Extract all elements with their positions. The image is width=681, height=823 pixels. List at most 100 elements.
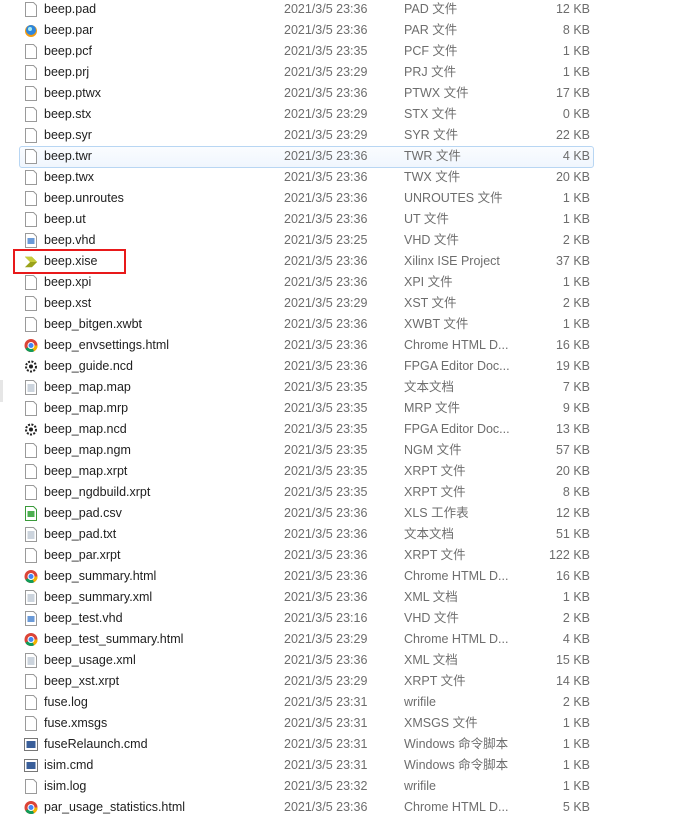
file-type: FPGA Editor Doc...: [404, 422, 510, 436]
cmd-icon: [24, 737, 38, 752]
file-type: Windows 命令脚本: [404, 737, 509, 751]
file-date: 2021/3/5 23:36: [284, 359, 368, 373]
file-row[interactable]: beep_map.map 2021/3/5 23:35 文本文档 7 KB: [0, 377, 681, 398]
file-row[interactable]: isim.log 2021/3/5 23:32 wrifile 1 KB: [0, 776, 681, 797]
file-row[interactable]: beep_map.ncd 2021/3/5 23:35 FPGA Editor …: [0, 419, 681, 440]
file-name: beep.pad: [44, 2, 97, 16]
file-row[interactable]: beep.par 2021/3/5 23:36 PAR 文件 8 KB: [0, 20, 681, 41]
file-size: 16 KB: [555, 338, 590, 352]
file-type: wrifile: [404, 779, 436, 793]
file-date: 2021/3/5 23:36: [284, 170, 368, 184]
file-row[interactable]: isim.cmd 2021/3/5 23:31 Windows 命令脚本 1 K…: [0, 755, 681, 776]
file-row[interactable]: beep_pad.txt 2021/3/5 23:36 文本文档 51 KB: [0, 524, 681, 545]
file-row[interactable]: beep_summary.html 2021/3/5 23:36 Chrome …: [0, 566, 681, 587]
file-date: 2021/3/5 23:36: [284, 548, 368, 562]
file-type: Chrome HTML D...: [404, 632, 509, 646]
file-date: 2021/3/5 23:36: [284, 506, 368, 520]
file-row[interactable]: beep.pad 2021/3/5 23:36 PAD 文件 12 KB: [0, 0, 681, 20]
file-row[interactable]: beep.stx 2021/3/5 23:29 STX 文件 0 KB: [0, 104, 681, 125]
file-date: 2021/3/5 23:36: [284, 317, 368, 331]
file-row[interactable]: beep.vhd 2021/3/5 23:25 VHD 文件 2 KB: [0, 230, 681, 251]
file-name: beep_map.mrp: [44, 401, 129, 415]
file-type: 文本文档: [404, 380, 455, 394]
file-row[interactable]: beep.pcf 2021/3/5 23:35 PCF 文件 1 KB: [0, 41, 681, 62]
file-row[interactable]: beep.syr 2021/3/5 23:29 SYR 文件 22 KB: [0, 125, 681, 146]
file-type: XML 文档: [404, 653, 458, 667]
file-row[interactable]: beep.prj 2021/3/5 23:29 PRJ 文件 1 KB: [0, 62, 681, 83]
file-row[interactable]: beep_map.xrpt 2021/3/5 23:35 XRPT 文件 20 …: [0, 461, 681, 482]
file-row[interactable]: beep.xst 2021/3/5 23:29 XST 文件 2 KB: [0, 293, 681, 314]
file-type: UT 文件: [404, 212, 449, 226]
file-date: 2021/3/5 23:32: [284, 779, 368, 793]
file-type: XLS 工作表: [404, 506, 469, 520]
file-size: 2 KB: [562, 695, 590, 709]
file-date: 2021/3/5 23:29: [284, 674, 368, 688]
file-row[interactable]: beep.twr 2021/3/5 23:36 TWR 文件 4 KB: [0, 146, 681, 167]
file-type: Chrome HTML D...: [404, 800, 509, 814]
file-size: 12 KB: [555, 506, 590, 520]
file-icon: [24, 779, 38, 794]
file-row[interactable]: fuse.xmsgs 2021/3/5 23:31 XMSGS 文件 1 KB: [0, 713, 681, 734]
file-size: 2 KB: [562, 233, 590, 247]
file-type: XRPT 文件: [404, 674, 466, 688]
file-row[interactable]: beep_map.ngm 2021/3/5 23:35 NGM 文件 57 KB: [0, 440, 681, 461]
file-icon: [24, 107, 38, 122]
file-size: 1 KB: [562, 212, 590, 226]
file-row[interactable]: beep.ptwx 2021/3/5 23:36 PTWX 文件 17 KB: [0, 83, 681, 104]
file-row[interactable]: beep_envsettings.html 2021/3/5 23:36 Chr…: [0, 335, 681, 356]
file-name: beep_map.map: [44, 380, 131, 394]
file-name: beep.prj: [44, 65, 90, 79]
text-icon: [24, 527, 38, 542]
file-row[interactable]: beep_summary.xml 2021/3/5 23:36 XML 文档 1…: [0, 587, 681, 608]
file-date: 2021/3/5 23:29: [284, 128, 368, 142]
file-type: VHD 文件: [404, 611, 459, 625]
file-row[interactable]: beep.unroutes 2021/3/5 23:36 UNROUTES 文件…: [0, 188, 681, 209]
file-name: beep_summary.html: [44, 569, 157, 583]
file-row[interactable]: beep_guide.ncd 2021/3/5 23:36 FPGA Edito…: [0, 356, 681, 377]
file-icon: [24, 212, 38, 227]
file-name: beep.ut: [44, 212, 86, 226]
file-size: 14 KB: [555, 674, 590, 688]
file-row[interactable]: beep_pad.csv 2021/3/5 23:36 XLS 工作表 12 K…: [0, 503, 681, 524]
file-size: 1 KB: [562, 65, 590, 79]
file-name: par_usage_statistics.html: [44, 800, 186, 814]
file-size: 1 KB: [562, 758, 590, 772]
file-size: 8 KB: [562, 485, 590, 499]
file-row[interactable]: beep_bitgen.xwbt 2021/3/5 23:36 XWBT 文件 …: [0, 314, 681, 335]
file-type: TWX 文件: [404, 170, 461, 184]
annotation-red-box: [13, 249, 126, 274]
file-type: XPI 文件: [404, 275, 453, 289]
file-row[interactable]: beep_map.mrp 2021/3/5 23:35 MRP 文件 9 KB: [0, 398, 681, 419]
file-name: beep_pad.csv: [44, 506, 122, 520]
file-icon: [24, 65, 38, 80]
file-name: beep.par: [44, 23, 94, 37]
file-row[interactable]: fuseRelaunch.cmd 2021/3/5 23:31 Windows …: [0, 734, 681, 755]
file-row[interactable]: beep.xpi 2021/3/5 23:36 XPI 文件 1 KB: [0, 272, 681, 293]
file-name: fuse.xmsgs: [44, 716, 108, 730]
file-name: beep_par.xrpt: [44, 548, 121, 562]
file-row[interactable]: beep_par.xrpt 2021/3/5 23:36 XRPT 文件 122…: [0, 545, 681, 566]
file-icon: [24, 191, 38, 206]
file-row[interactable]: beep.ut 2021/3/5 23:36 UT 文件 1 KB: [0, 209, 681, 230]
file-date: 2021/3/5 23:31: [284, 737, 368, 751]
file-date: 2021/3/5 23:35: [284, 464, 368, 478]
text-icon: [24, 380, 38, 395]
file-row[interactable]: beep_test.vhd 2021/3/5 23:16 VHD 文件 2 KB: [0, 608, 681, 629]
file-type: Chrome HTML D...: [404, 569, 509, 583]
vhd-icon: [24, 233, 38, 248]
file-row[interactable]: fuse.log 2021/3/5 23:31 wrifile 2 KB: [0, 692, 681, 713]
file-icon: [24, 275, 38, 290]
file-row[interactable]: beep_usage.xml 2021/3/5 23:36 XML 文档 15 …: [0, 650, 681, 671]
file-size: 20 KB: [555, 464, 590, 478]
file-icon: [24, 401, 38, 416]
file-row[interactable]: par_usage_statistics.html 2021/3/5 23:36…: [0, 797, 681, 818]
file-icon: [24, 2, 38, 17]
file-size: 51 KB: [555, 527, 590, 541]
file-row[interactable]: beep_test_summary.html 2021/3/5 23:29 Ch…: [0, 629, 681, 650]
file-size: 17 KB: [555, 86, 590, 100]
file-type: XWBT 文件: [404, 317, 469, 331]
file-row[interactable]: beep_ngdbuild.xrpt 2021/3/5 23:35 XRPT 文…: [0, 482, 681, 503]
file-type: NGM 文件: [404, 443, 462, 457]
file-row[interactable]: beep.twx 2021/3/5 23:36 TWX 文件 20 KB: [0, 167, 681, 188]
file-row[interactable]: beep_xst.xrpt 2021/3/5 23:29 XRPT 文件 14 …: [0, 671, 681, 692]
